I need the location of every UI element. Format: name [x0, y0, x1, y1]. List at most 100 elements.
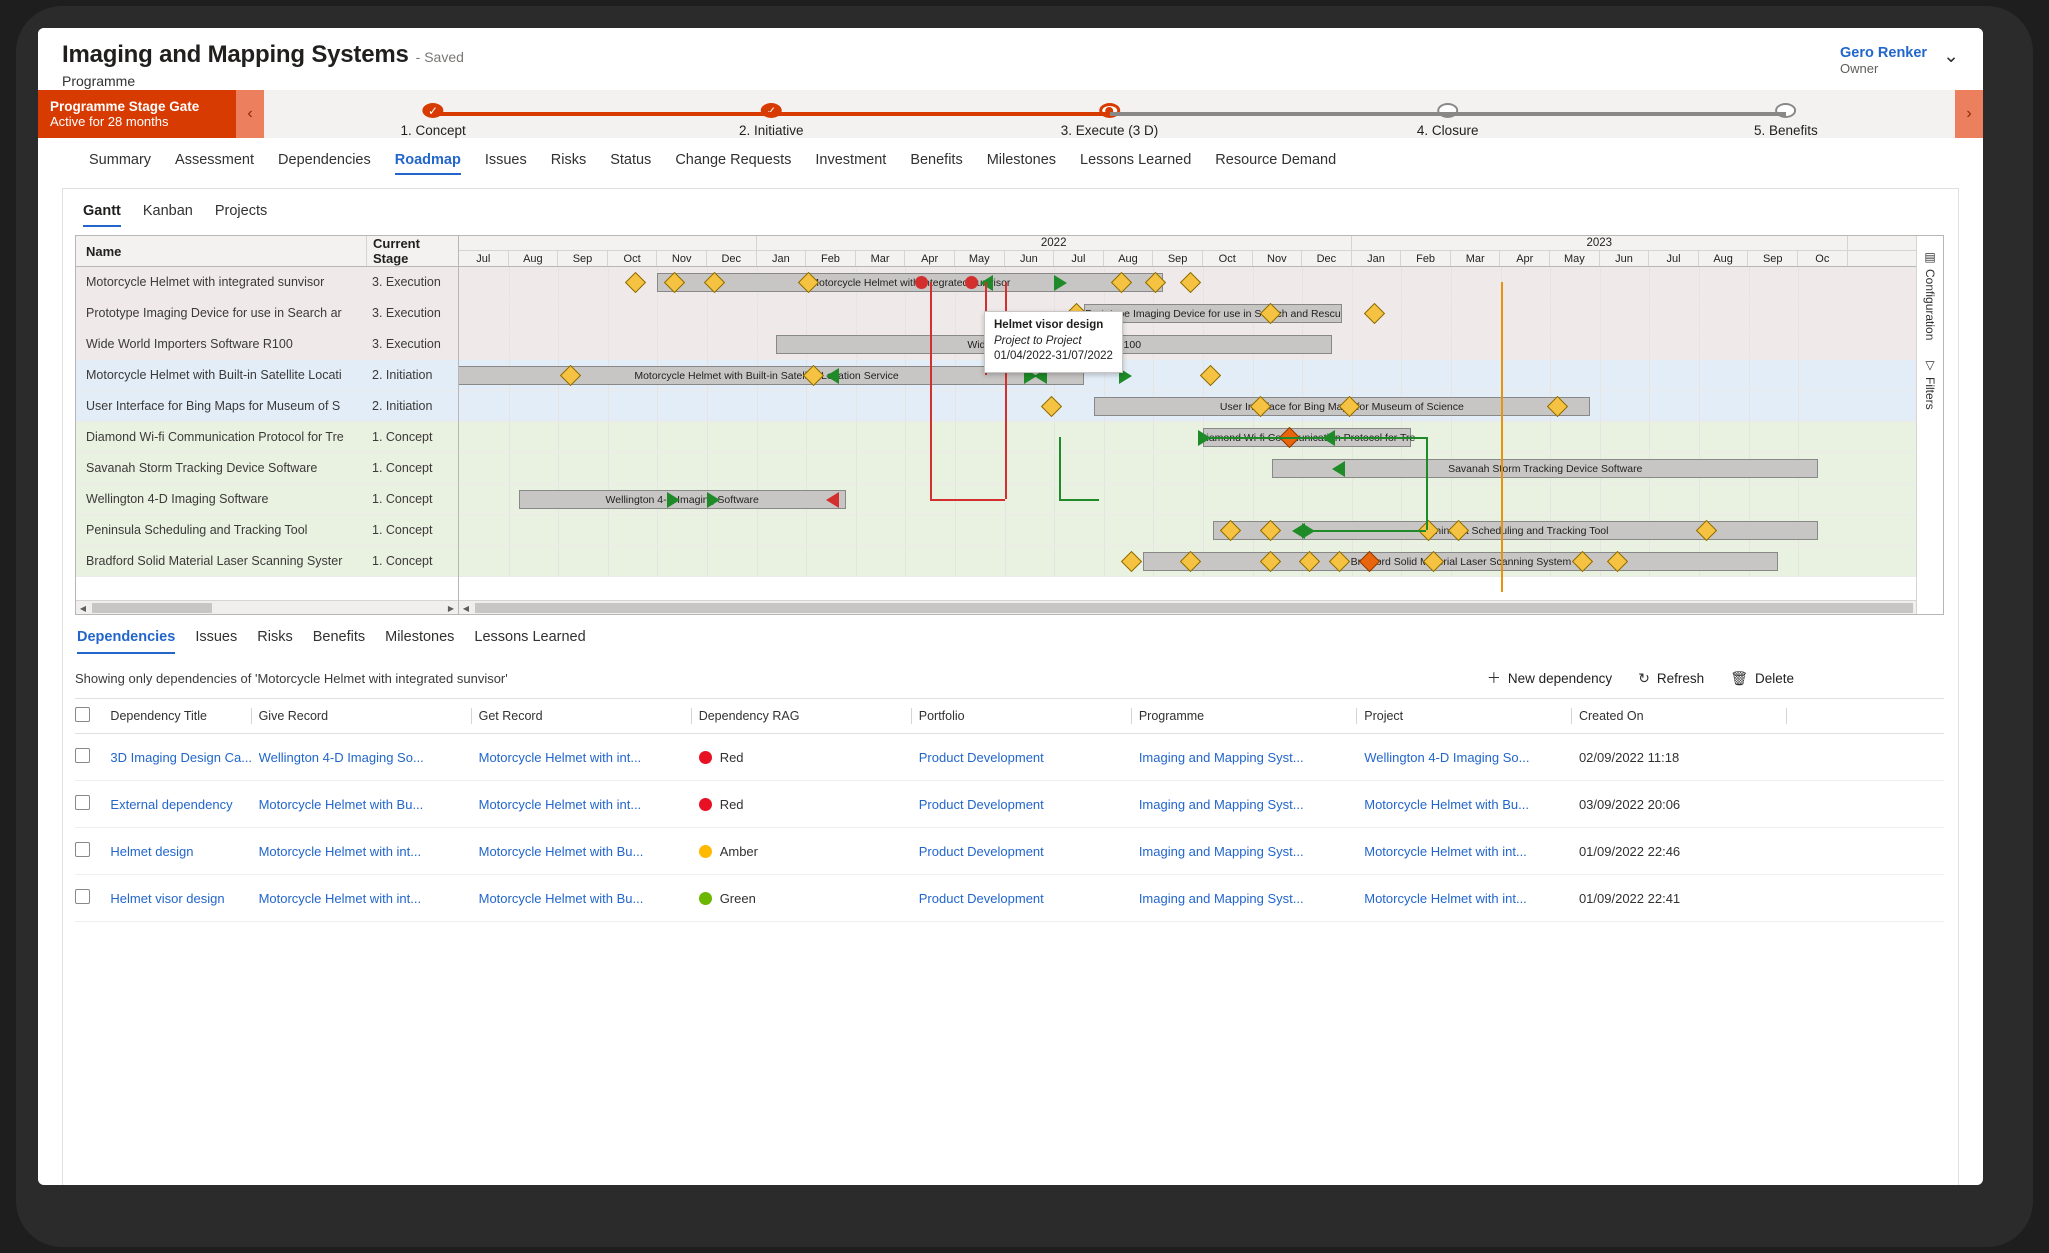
owner-name-link[interactable]: Gero Renker [1840, 45, 1927, 61]
column-header-programme[interactable]: Programme [1130, 698, 1365, 734]
gantt-row[interactable]: Wide World Importers Software R100 3. Exe… [76, 329, 458, 360]
lower-tab-issues[interactable]: Issues [185, 629, 247, 654]
cell-get-record[interactable]: Motorcycle Helmet with Bu... [478, 827, 699, 875]
chevron-down-icon[interactable]: ⌄ [1943, 45, 1959, 66]
scroll-left-icon[interactable]: ◀ [76, 601, 90, 614]
gantt-row[interactable]: Wellington 4-D Imaging Software 1. Concep… [76, 484, 458, 515]
tab-issues[interactable]: Issues [473, 138, 539, 182]
rail-item-configuration[interactable]: ▤ Configuration [1923, 250, 1937, 340]
roadmap-tab-projects[interactable]: Projects [204, 203, 278, 227]
cell-get-record[interactable]: Motorcycle Helmet with int... [478, 780, 699, 828]
stage-prev-button[interactable]: ‹ [236, 90, 264, 138]
gantt-row[interactable]: Savanah Storm Tracking Device Software 1.… [76, 453, 458, 484]
tab-change-requests[interactable]: Change Requests [663, 138, 803, 182]
tab-summary[interactable]: Summary [62, 138, 163, 182]
dependency-red-get-icon[interactable] [826, 492, 840, 508]
gantt-bar[interactable]: Bradford Solid Material Laser Scanning S… [1143, 552, 1779, 571]
gantt-bar[interactable]: Motorcycle Helmet with integrated sunvis… [657, 273, 1164, 292]
tab-assessment[interactable]: Assessment [163, 138, 266, 182]
row-checkbox[interactable] [75, 748, 90, 763]
select-all-checkbox[interactable] [75, 707, 90, 722]
refresh-button[interactable]: ↻ Refresh [1638, 670, 1704, 687]
tab-status[interactable]: Status [598, 138, 663, 182]
scrollbar-thumb[interactable] [475, 603, 1913, 613]
milestone-diamond-icon[interactable] [624, 271, 646, 294]
gantt-row-name[interactable]: Motorcycle Helmet with integrated sunvis… [76, 275, 366, 289]
delete-button[interactable]: 🗑 Delete [1730, 670, 1794, 687]
cell-project[interactable]: Motorcycle Helmet with int... [1364, 874, 1579, 922]
tab-lessons-learned[interactable]: Lessons Learned [1068, 138, 1203, 182]
cell-dependency-title[interactable]: External dependency [110, 780, 259, 828]
column-header-project[interactable]: Project [1356, 698, 1579, 734]
row-checkbox[interactable] [75, 842, 90, 857]
cell-portfolio[interactable]: Product Development [918, 874, 1139, 922]
gantt-row[interactable]: Motorcycle Helmet with Built-in Satellit… [76, 360, 458, 391]
cell-give-record[interactable]: Motorcycle Helmet with int... [258, 827, 479, 875]
scroll-right-icon[interactable]: ▶ [444, 601, 458, 614]
cell-programme[interactable]: Imaging and Mapping Syst... [1138, 733, 1365, 781]
dependency-give-icon[interactable] [1054, 275, 1068, 291]
rail-item-filters[interactable]: ▽ Filters [1923, 358, 1937, 410]
cell-give-record[interactable]: Motorcycle Helmet with int... [258, 874, 479, 922]
column-header-name[interactable]: Name [76, 244, 366, 259]
cell-dependency-title[interactable]: 3D Imaging Design Ca... [110, 733, 259, 781]
milestone-diamond-icon[interactable] [1363, 302, 1385, 325]
gantt-row[interactable]: Motorcycle Helmet with integrated sunvis… [76, 267, 458, 298]
cell-dependency-title[interactable]: Helmet visor design [110, 874, 259, 922]
gantt-row-name[interactable]: Prototype Imaging Device for use in Sear… [76, 306, 366, 320]
tab-milestones[interactable]: Milestones [975, 138, 1068, 182]
lower-tab-milestones[interactable]: Milestones [375, 629, 464, 654]
gantt-bar[interactable]: Wellington 4-D Imaging Software [518, 490, 846, 509]
table-row[interactable]: Helmet visor design Motorcycle Helmet wit… [75, 874, 1944, 922]
cell-get-record[interactable]: Motorcycle Helmet with Bu... [478, 874, 699, 922]
milestone-diamond-icon[interactable] [1180, 271, 1202, 294]
roadmap-tab-kanban[interactable]: Kanban [132, 203, 204, 227]
cell-project[interactable]: Motorcycle Helmet with Bu... [1364, 780, 1579, 828]
gantt-row[interactable]: Peninsula Scheduling and Tracking Tool 1.… [76, 515, 458, 546]
gantt-row[interactable]: Diamond Wi-fi Communication Protocol for… [76, 422, 458, 453]
gantt-row-name[interactable]: Wide World Importers Software R100 [76, 337, 366, 351]
gantt-row[interactable]: Bradford Solid Material Laser Scanning S… [76, 546, 458, 577]
table-row[interactable]: Helmet design Motorcycle Helmet with int.… [75, 827, 1944, 875]
gantt-row-name[interactable]: User Interface for Bing Maps for Museum … [76, 399, 366, 413]
column-header-get-record[interactable]: Get Record [470, 698, 699, 734]
cell-get-record[interactable]: Motorcycle Helmet with int... [478, 733, 699, 781]
table-row[interactable]: External dependency Motorcycle Helmet wit… [75, 780, 1944, 828]
scrollbar-thumb[interactable] [92, 603, 212, 613]
gantt-row-name[interactable]: Peninsula Scheduling and Tracking Tool [76, 523, 366, 537]
gantt-row-name[interactable]: Wellington 4-D Imaging Software [76, 492, 366, 506]
dependency-get-icon[interactable] [826, 368, 840, 384]
gantt-grid-hscrollbar[interactable]: ◀ ▶ [76, 600, 458, 614]
milestone-diamond-icon[interactable] [1041, 395, 1063, 418]
column-header-stage[interactable]: Current Stage [366, 236, 458, 266]
dependency-give-icon[interactable] [707, 492, 720, 508]
column-header-portfolio[interactable]: Portfolio [910, 698, 1139, 734]
tab-benefits[interactable]: Benefits [898, 138, 974, 182]
gantt-bar[interactable]: Savanah Storm Tracking Device Software [1272, 459, 1819, 478]
cell-portfolio[interactable]: Product Development [918, 733, 1139, 781]
tab-roadmap[interactable]: Roadmap [383, 138, 473, 182]
dependency-get-icon[interactable] [1331, 461, 1345, 477]
column-header-dependency-title[interactable]: Dependency Title [110, 698, 259, 734]
tab-resource-demand[interactable]: Resource Demand [1203, 138, 1348, 182]
tab-investment[interactable]: Investment [803, 138, 898, 182]
row-checkbox[interactable] [75, 795, 90, 810]
cell-programme[interactable]: Imaging and Mapping Syst... [1138, 874, 1365, 922]
milestone-diamond-icon[interactable] [1120, 550, 1142, 573]
gantt-row-name[interactable]: Bradford Solid Material Laser Scanning S… [76, 554, 366, 568]
column-header-dependency-rag[interactable]: Dependency RAG [690, 698, 919, 734]
cell-programme[interactable]: Imaging and Mapping Syst... [1138, 827, 1365, 875]
gantt-timeline-hscrollbar[interactable]: ◀ ▶ [459, 600, 1929, 614]
gantt-row-name[interactable]: Motorcycle Helmet with Built-in Satellit… [76, 368, 366, 382]
cell-portfolio[interactable]: Product Development [918, 780, 1139, 828]
cell-dependency-title[interactable]: Helmet design [110, 827, 259, 875]
dependency-give-icon[interactable] [667, 492, 681, 508]
new-dependency-button[interactable]: ＋ New dependency [1487, 668, 1612, 688]
cell-project[interactable]: Wellington 4-D Imaging So... [1364, 733, 1579, 781]
lower-tab-dependencies[interactable]: Dependencies [77, 629, 185, 654]
column-header-give-record[interactable]: Give Record [250, 698, 479, 734]
dependency-red-icon[interactable] [964, 276, 978, 289]
stage-next-button[interactable]: › [1955, 90, 1983, 138]
table-row[interactable]: 3D Imaging Design Ca... Wellington 4-D Im… [75, 733, 1944, 781]
row-checkbox[interactable] [75, 889, 90, 904]
